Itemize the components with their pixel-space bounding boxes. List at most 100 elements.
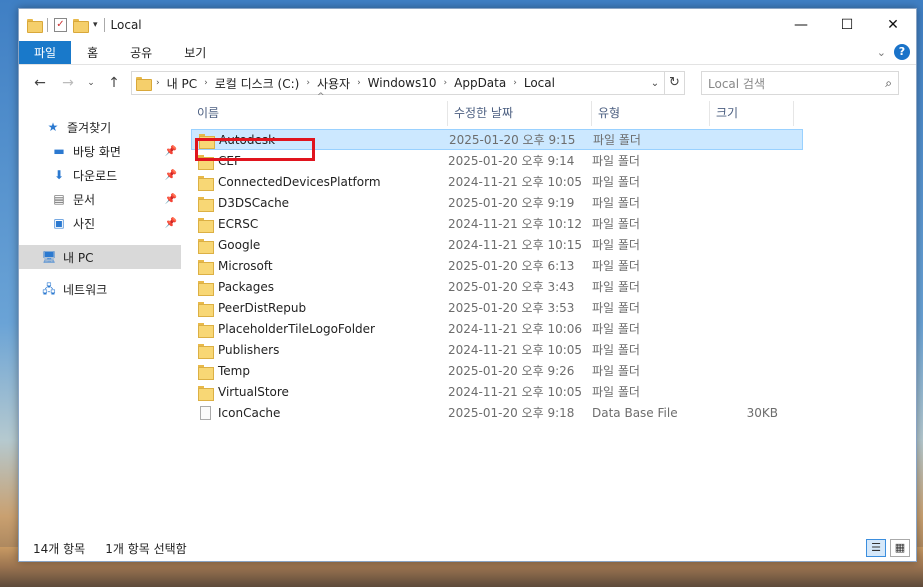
nav-item-pictures[interactable]: ▣ 사진 📌 [19, 211, 181, 235]
table-row[interactable]: Microsoft 2025-01-20 오후 6:13 파일 폴더 [191, 255, 916, 276]
tab-share[interactable]: 공유 [114, 41, 168, 64]
file-name-cell: VirtualStore [191, 385, 448, 401]
customize-toolbar-dropdown-icon[interactable]: ▾ [93, 20, 98, 30]
nav-item-documents[interactable]: ▤ 문서 📌 [19, 187, 181, 211]
address-bar[interactable]: › 내 PC › 로컬 디스크 (C:) › 사용자 › Windows10 ›… [131, 71, 685, 95]
column-header-size[interactable]: 크기 [710, 101, 794, 126]
details-view-icon[interactable]: ☰ [866, 539, 886, 557]
column-header-type[interactable]: 유형 [592, 101, 710, 126]
table-row[interactable]: ECRSC 2024-11-21 오후 10:12 파일 폴더 [191, 213, 916, 234]
back-button[interactable]: ← [29, 75, 51, 91]
file-name-cell: PeerDistRepub [191, 300, 448, 317]
forward-button[interactable]: → [57, 75, 79, 91]
table-row[interactable]: ConnectedDevicesPlatform 2024-11-21 오후 10… [191, 171, 916, 192]
large-icons-view-icon[interactable]: ▦ [890, 539, 910, 557]
folder-icon [198, 385, 214, 401]
file-type: 파일 폴더 [592, 196, 640, 210]
breadcrumb-user[interactable]: Windows10 [363, 76, 442, 90]
table-row[interactable]: IconCache 2025-01-20 오후 9:18 Data Base Fil… [191, 402, 916, 423]
file-type: 파일 폴더 [592, 154, 640, 168]
file-name-cell: Packages [191, 279, 448, 296]
minimize-button[interactable]: — [778, 9, 824, 41]
up-button[interactable]: ↑ [103, 75, 125, 91]
tab-file[interactable]: 파일 [19, 41, 72, 64]
navigation-pane: ★ 즐겨찾기 ▬ 바탕 화면 📌 ⬇ 다운로드 📌 ▤ 문서 📌 ▣ 사진 📌 … [19, 101, 181, 535]
chevron-right-icon[interactable]: › [442, 78, 450, 88]
table-row[interactable]: D3DSCache 2025-01-20 오후 9:19 파일 폴더 [191, 192, 916, 213]
file-name: Microsoft [218, 258, 273, 273]
file-name: ECRSC [218, 216, 259, 231]
column-header-date[interactable]: 수정한 날짜 [448, 101, 592, 126]
table-row[interactable]: CEF 2025-01-20 오후 9:14 파일 폴더 [191, 150, 916, 171]
file-name: Packages [218, 279, 274, 294]
breadcrumb-this-pc[interactable]: 내 PC [162, 75, 202, 92]
table-row[interactable]: Publishers 2024-11-21 오후 10:05 파일 폴더 [191, 339, 916, 360]
breadcrumb-local-disk[interactable]: 로컬 디스크 (C:) [210, 75, 305, 92]
maximize-button[interactable]: ☐ [824, 9, 870, 41]
tab-home[interactable]: 홈 [71, 41, 114, 64]
pin-icon[interactable]: 📌 [165, 146, 177, 157]
file-date: 2025-01-20 오후 9:19 [448, 196, 575, 210]
file-type: 파일 폴더 [592, 364, 640, 378]
nav-item-downloads[interactable]: ⬇ 다운로드 📌 [19, 163, 181, 187]
properties-icon[interactable]: ✓ [54, 18, 67, 32]
file-name-cell: D3DSCache [191, 196, 448, 212]
file-type: Data Base File [592, 405, 678, 420]
file-type: 파일 폴더 [592, 280, 640, 294]
nav-item-label: 다운로드 [73, 168, 118, 183]
pin-icon[interactable]: 📌 [165, 218, 177, 229]
toolbar-divider [47, 18, 48, 32]
recent-locations-chevron-icon[interactable]: ⌄ [85, 78, 97, 88]
chevron-right-icon[interactable]: › [304, 78, 312, 88]
chevron-right-icon[interactable]: › [154, 78, 162, 88]
ribbon-tabs: 파일 홈 공유 보기 ⌄ ? [19, 41, 916, 65]
column-header-name[interactable]: 이름 [191, 101, 448, 126]
pin-icon[interactable]: 📌 [165, 170, 177, 181]
nav-network[interactable]: 🖧 네트워크 [19, 277, 181, 301]
main-content: ★ 즐겨찾기 ▬ 바탕 화면 📌 ⬇ 다운로드 📌 ▤ 문서 📌 ▣ 사진 📌 … [19, 92, 916, 535]
file-date: 2024-11-21 오후 10:05 [448, 175, 583, 189]
search-input[interactable]: Local 검색 ⌕ [701, 71, 899, 95]
table-row[interactable]: Google 2024-11-21 오후 10:15 파일 폴더 [191, 234, 916, 255]
file-name: Autodesk [219, 132, 276, 147]
new-folder-icon[interactable] [73, 19, 89, 33]
table-row[interactable]: VirtualStore 2024-11-21 오후 10:05 파일 폴더 [191, 381, 916, 402]
pin-icon[interactable]: 📌 [165, 194, 177, 205]
folder-icon [198, 343, 214, 359]
table-row[interactable]: PlaceholderTileLogoFolder 2024-11-21 오후 1… [191, 318, 916, 339]
document-icon: ▤ [53, 192, 65, 206]
breadcrumb-users[interactable]: 사용자 [312, 75, 355, 92]
file-name-cell: PlaceholderTileLogoFolder [191, 322, 448, 338]
tab-view[interactable]: 보기 [168, 41, 222, 64]
help-icon[interactable]: ? [894, 44, 910, 60]
file-type: 파일 폴더 [593, 133, 641, 147]
folder-icon [198, 175, 214, 191]
nav-quick-access[interactable]: ★ 즐겨찾기 [19, 115, 181, 139]
folder-icon [198, 280, 214, 296]
file-name-cell: CEF [191, 154, 448, 170]
breadcrumb-appdata[interactable]: AppData [449, 76, 511, 90]
search-icon[interactable]: ⌕ [885, 76, 892, 91]
folder-icon [198, 217, 214, 233]
expand-ribbon-icon[interactable]: ⌄ [877, 46, 886, 59]
desktop-icon: ▬ [53, 144, 65, 158]
file-date: 2025-01-20 오후 3:53 [448, 301, 575, 315]
nav-this-pc[interactable]: 🖥 내 PC [19, 245, 181, 269]
nav-item-desktop[interactable]: ▬ 바탕 화면 📌 [19, 139, 181, 163]
table-row[interactable]: PeerDistRepub 2025-01-20 오후 3:53 파일 폴더 [191, 297, 916, 318]
table-row[interactable]: Packages 2025-01-20 오후 3:43 파일 폴더 [191, 276, 916, 297]
file-name: PeerDistRepub [218, 300, 307, 315]
table-row[interactable]: Autodesk 2025-01-20 오후 9:15 파일 폴더 [191, 129, 803, 150]
close-button[interactable]: ✕ [870, 9, 916, 41]
chevron-right-icon[interactable]: › [355, 78, 363, 88]
chevron-right-icon[interactable]: › [511, 78, 519, 88]
table-row[interactable]: Temp 2025-01-20 오후 9:26 파일 폴더 [191, 360, 916, 381]
chevron-down-icon[interactable]: ⌄ [646, 78, 664, 89]
refresh-icon[interactable]: ↻ [664, 72, 684, 94]
file-name-cell: ECRSC [191, 216, 448, 233]
chevron-right-icon[interactable]: › [202, 78, 210, 88]
breadcrumb-local[interactable]: Local [519, 76, 560, 90]
file-explorer-window: ✓ ▾ Local — ☐ ✕ 파일 홈 공유 보기 ⌄ ? ← → ⌄ ↑ ›… [18, 8, 917, 562]
file-type: 파일 폴더 [592, 238, 640, 252]
folder-icon [198, 259, 214, 275]
